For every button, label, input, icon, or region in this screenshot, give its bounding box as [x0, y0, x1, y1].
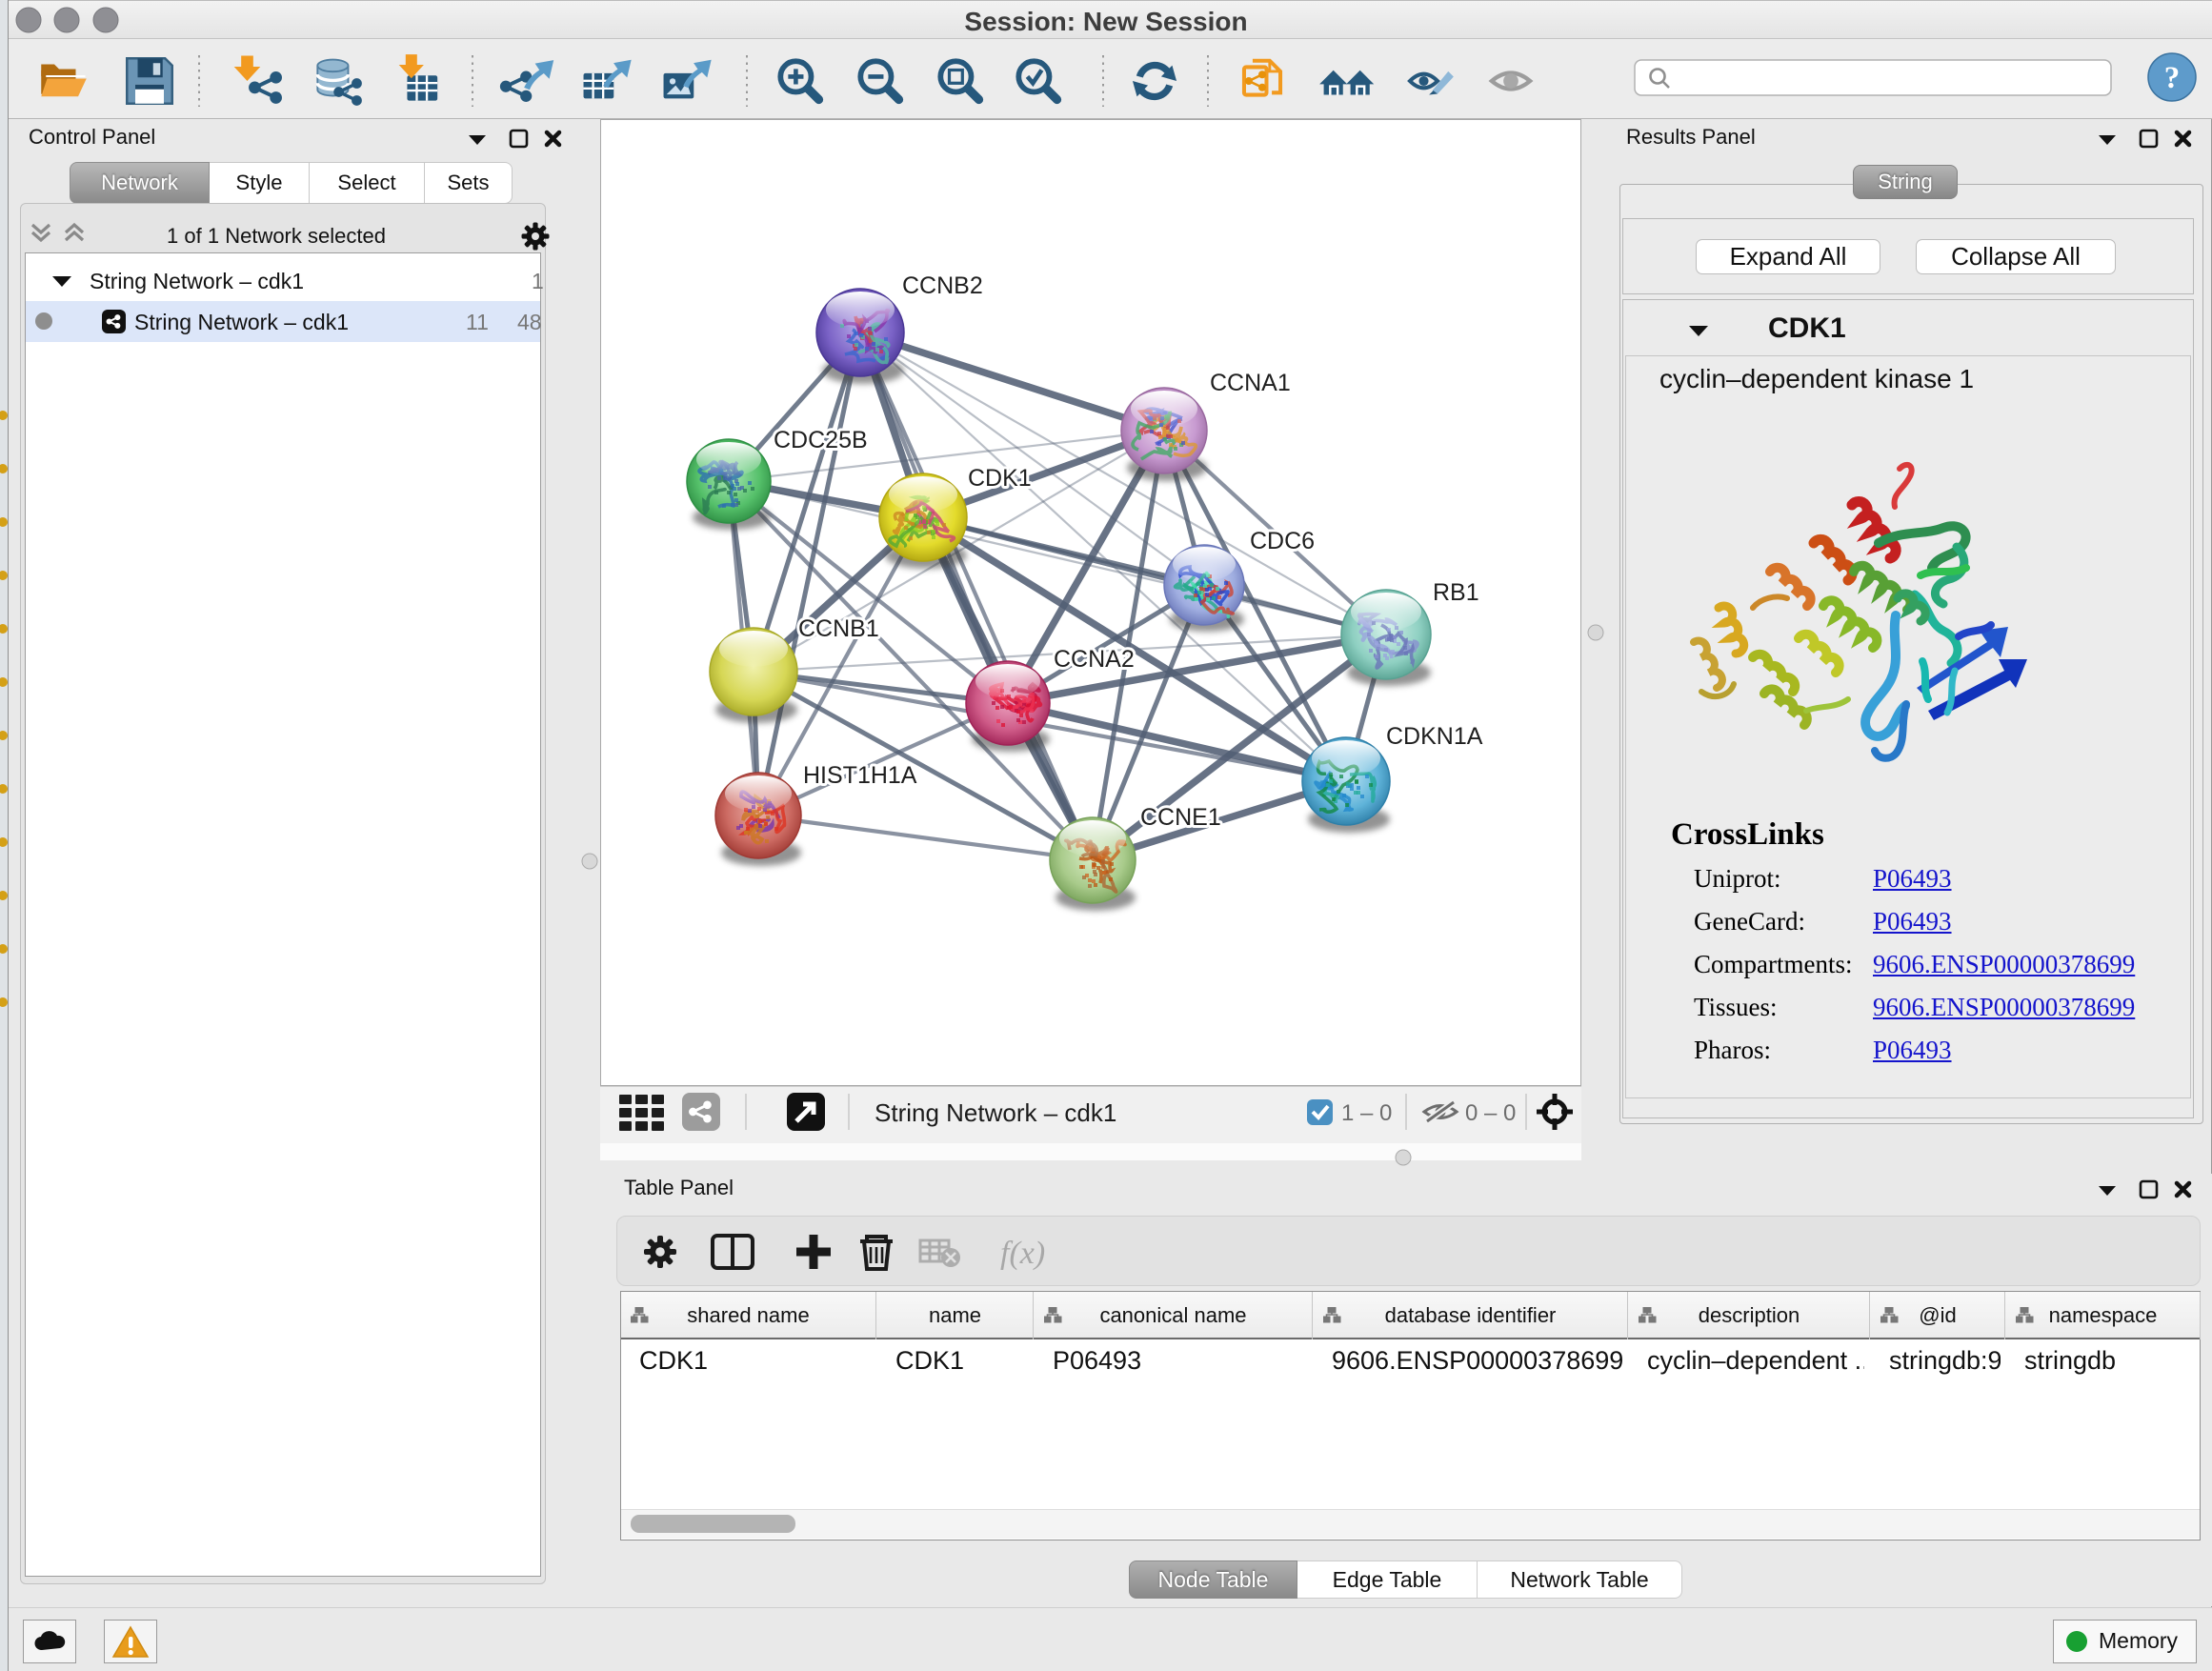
svg-text:CCNE1: CCNE1 — [1140, 804, 1221, 831]
svg-text:CCNB1: CCNB1 — [798, 615, 879, 642]
svg-text:RB1: RB1 — [1433, 579, 1479, 606]
svg-text:f(x): f(x) — [1000, 1236, 1045, 1271]
svg-text:?: ? — [2164, 61, 2181, 95]
svg-text:CCNA1: CCNA1 — [1210, 370, 1291, 396]
svg-text:String Network – cdk1: String Network – cdk1 — [875, 1098, 1116, 1127]
svg-text:0 – 0: 0 – 0 — [1465, 1100, 1516, 1126]
svg-text:CDKN1A: CDKN1A — [1386, 723, 1483, 750]
svg-text:CCNA2: CCNA2 — [1054, 646, 1135, 673]
svg-text:1 – 0: 1 – 0 — [1341, 1100, 1392, 1126]
svg-text:CDC6: CDC6 — [1250, 528, 1315, 554]
svg-text:CDC25B: CDC25B — [774, 427, 868, 453]
svg-text:CDK1: CDK1 — [968, 465, 1032, 492]
svg-text:CCNB2: CCNB2 — [902, 272, 983, 299]
svg-text:HIST1H1A: HIST1H1A — [803, 762, 917, 789]
